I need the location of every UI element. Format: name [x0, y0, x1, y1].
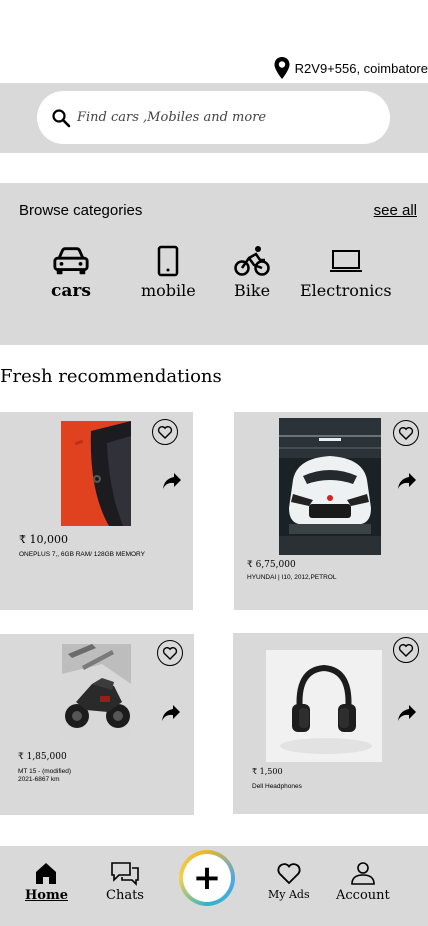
listing-price: ₹ 1,500 [252, 767, 283, 776]
heart-icon [277, 863, 301, 885]
chat-icon [111, 862, 139, 886]
category-electronics[interactable]: Electronics [300, 245, 392, 300]
category-label: cars [51, 281, 91, 301]
heart-icon [162, 647, 178, 660]
categories-section: Browse categories see all cars mobile Bi… [0, 183, 428, 345]
listing-card[interactable]: ₹ 1,85,000 MT 15 - (modified) 2021-6867 k… [0, 634, 194, 815]
laptop-icon [329, 250, 362, 272]
listing-image [266, 650, 382, 762]
mobile-icon [158, 245, 179, 277]
category-bike[interactable]: Bike [234, 245, 270, 300]
category-mobile[interactable]: mobile [141, 245, 196, 300]
home-icon [36, 863, 57, 884]
heart-icon [398, 427, 414, 440]
listing-description: HYUNDAI | I10, 2012,PETROL [247, 574, 337, 581]
bike-icon [234, 246, 270, 276]
nav-label: My Ads [268, 888, 310, 901]
search-input[interactable] [77, 110, 377, 125]
listing-description: Dell Headphones [252, 783, 302, 790]
location-pin-icon [274, 57, 290, 79]
listing-card[interactable]: ₹ 6,75,000 HYUNDAI | I10, 2012,PETROL [234, 412, 428, 610]
listing-description: ONEPLUS 7,, 6GB RAM/ 128GB MEMORY [19, 551, 145, 558]
listing-card[interactable]: ₹ 10,000 ONEPLUS 7,, 6GB RAM/ 128GB MEMO… [0, 412, 193, 610]
listing-price: ₹ 10,000 [19, 533, 68, 546]
location-bar[interactable]: R2V9+556, coimbatore [273, 56, 428, 80]
category-label: mobile [141, 281, 196, 300]
favorite-button[interactable] [393, 420, 419, 446]
share-icon[interactable] [397, 472, 417, 490]
plus-icon: + [183, 854, 231, 902]
search-box[interactable] [37, 91, 390, 144]
favorite-button[interactable] [152, 419, 178, 445]
category-cars[interactable]: cars [51, 245, 91, 301]
section-title: Fresh recommendations [0, 366, 222, 387]
car-icon [53, 247, 89, 275]
favorite-button[interactable] [157, 640, 183, 666]
categories-title: Browse categories [19, 202, 143, 219]
person-icon [351, 862, 375, 885]
listing-card[interactable]: ₹ 1,500 Dell Headphones [233, 633, 428, 814]
listing-description: MT 15 - (modified) 2021-6867 km [18, 768, 71, 783]
listing-image [61, 421, 131, 526]
listing-price: ₹ 1,85,000 [18, 752, 67, 762]
nav-label: Account [336, 888, 390, 903]
favorite-button[interactable] [393, 637, 419, 663]
nav-my-ads[interactable]: My Ads [268, 860, 310, 901]
location-text: R2V9+556, coimbatore [294, 60, 428, 76]
nav-label: Chats [106, 888, 144, 903]
listing-price: ₹ 6,75,000 [247, 560, 296, 570]
listing-image [62, 644, 131, 738]
nav-home[interactable]: Home [25, 860, 68, 903]
share-icon[interactable] [397, 704, 417, 722]
share-icon[interactable] [161, 704, 181, 722]
category-label: Electronics [300, 281, 392, 300]
search-icon [52, 108, 71, 127]
nav-account[interactable]: Account [336, 860, 390, 903]
search-section [0, 83, 428, 153]
heart-icon [157, 426, 173, 439]
heart-icon [398, 644, 414, 657]
bottom-nav: Home Chats + My Ads Account [0, 846, 428, 926]
share-icon[interactable] [162, 472, 182, 490]
see-all-link[interactable]: see all [374, 202, 417, 219]
nav-chats[interactable]: Chats [106, 860, 144, 903]
sell-button[interactable]: + [179, 850, 235, 906]
category-label: Bike [234, 281, 271, 300]
listing-image [279, 418, 381, 555]
nav-label: Home [25, 888, 68, 903]
